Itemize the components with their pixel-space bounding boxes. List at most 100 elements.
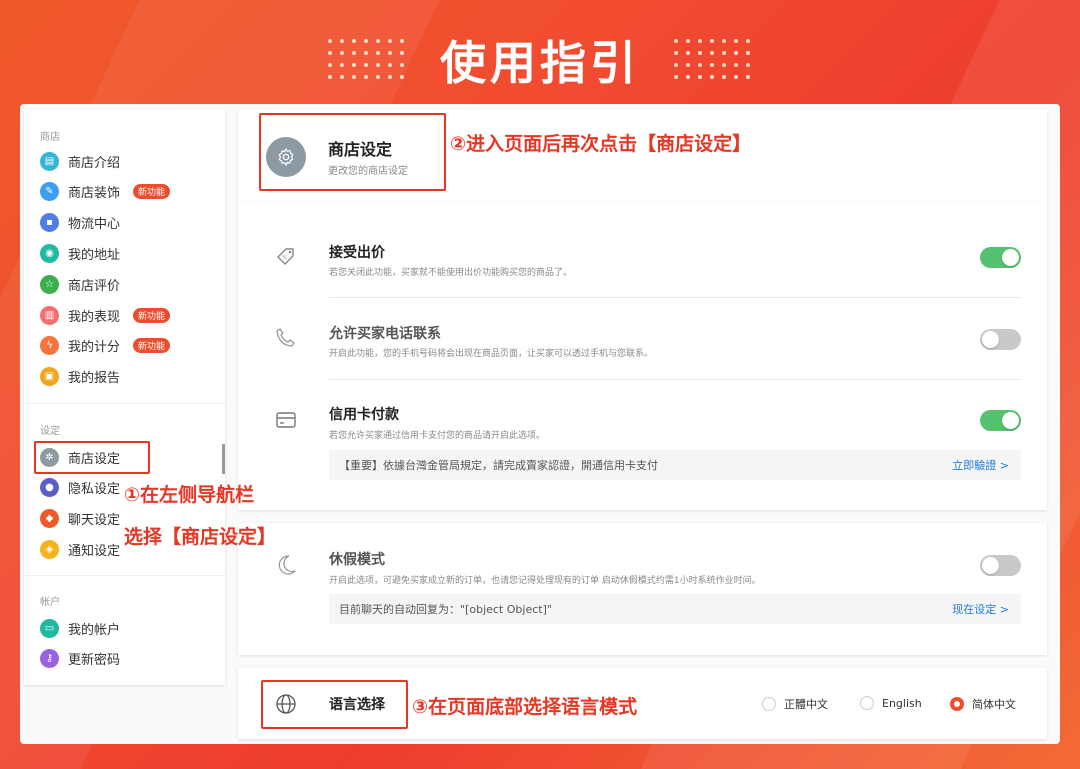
dot [364, 51, 368, 55]
sidebar: 商店 ▤ 商店介绍 ✎ 商店装饰 新功能 ▪ 物流中心 ◉ 我的地址 ☆ 商店评价 ▥ 我的表现 新功能 ϟ… [24, 110, 225, 685]
dot [698, 51, 702, 55]
toggle-vacation[interactable] [980, 555, 1021, 576]
sidebar-section-account: 帐户 [40, 597, 60, 608]
sidebar-item[interactable]: ◈ 通知设定 [40, 538, 120, 560]
language-option-english[interactable]: English [860, 696, 922, 710]
radio-label: 简体中文 [972, 698, 1016, 711]
dot [340, 75, 344, 79]
setting-desc-accept-offer: 若您关闭此功能，买家就不能使用出价功能购买您的商品了。 [329, 268, 573, 278]
setting-title-accept-offer: 接受出价 [329, 245, 385, 261]
toggle-phone-contact[interactable] [980, 329, 1021, 350]
price-tag-icon: % [277, 248, 294, 265]
setting-desc-vacation: 开启此选项，可避免买家成立新的订单，也请您记得处理现有的订单 启动休假模式约需1… [329, 576, 761, 586]
setting-desc-phone-contact: 开启此功能，您的手机号码将会出现在商品页面，让买家可以透过手机与您联系。 [329, 349, 654, 359]
sidebar-item-label: 物流中心 [68, 217, 121, 233]
dot [686, 51, 690, 55]
sidebar-item[interactable]: ✎ 商店装饰 新功能 [40, 181, 171, 203]
star-icon: ☆ [40, 274, 59, 294]
sidebar-item-label: 商店装饰 [68, 186, 121, 202]
dot [686, 75, 690, 79]
dot [388, 51, 392, 55]
annotation-step3: ③在页面底部选择语言模式 [412, 696, 638, 718]
dot [340, 39, 344, 43]
row-divider [329, 297, 1021, 298]
radio-circle-selected [950, 697, 964, 711]
dot [352, 39, 356, 43]
brush-icon: ✎ [40, 182, 59, 202]
sidebar-item[interactable]: ● 隐私设定 [40, 477, 120, 499]
annotation-step2: ②进入页面后再次点击【商店设定】 [450, 133, 752, 155]
sidebar-item-label: 我的计分 [68, 340, 121, 356]
dot [376, 39, 380, 43]
dot [674, 75, 678, 79]
highlight-language [261, 680, 408, 729]
dot [364, 75, 368, 79]
sidebar-section-store: 商店 [40, 132, 60, 143]
dot [722, 51, 726, 55]
sidebar-item[interactable]: ⚷ 更新密码 [40, 648, 120, 670]
toggle-accept-offer[interactable] [980, 247, 1021, 268]
toggle-credit-card[interactable] [980, 410, 1021, 431]
dot [722, 39, 726, 43]
moon-icon [278, 555, 296, 575]
sidebar-item[interactable]: ▣ 我的报告 [40, 366, 120, 388]
language-option-traditional[interactable]: 正體中文 [762, 696, 828, 712]
dot [328, 63, 332, 67]
annotation-step1-line1: ①在左侧导航栏 [124, 484, 255, 506]
dot [388, 39, 392, 43]
dot [328, 51, 332, 55]
dot [340, 51, 344, 55]
language-option-simplified[interactable]: 简体中文 [950, 696, 1016, 712]
set-now-link[interactable]: 现在设定 > [952, 601, 1009, 617]
settings-card: % 接受出价 若您关闭此功能，买家就不能使用出价功能购买您的商品了。 允许买家电… [238, 202, 1047, 510]
sidebar-item-label: 聊天设定 [68, 513, 121, 529]
dot [746, 63, 750, 67]
verify-now-link[interactable]: 立即驗證 > [952, 457, 1009, 473]
dot [340, 63, 344, 67]
dot [364, 39, 368, 43]
sidebar-item[interactable]: ▤ 商店介绍 [40, 150, 120, 172]
chat-icon: ◆ [40, 509, 59, 529]
dot [674, 39, 678, 43]
vacation-card: 休假模式 开启此选项，可避免买家成立新的订单，也请您记得处理现有的订单 启动休假… [238, 523, 1047, 655]
dot [746, 75, 750, 79]
sidebar-section-settings: 设定 [40, 426, 60, 437]
row-divider [329, 379, 1021, 380]
dot [698, 75, 702, 79]
credit-card-notice-text: 【重要】依據台灣金管局規定，請完成賣家認證，開通信用卡支付 [339, 459, 658, 472]
dot [328, 75, 332, 79]
setting-title-phone-contact: 允许买家电话联系 [329, 326, 441, 342]
radio-circle [762, 697, 776, 711]
sidebar-item[interactable]: ▥ 我的表现 新功能 [40, 304, 171, 326]
dot [746, 39, 750, 43]
sidebar-divider [24, 575, 225, 576]
sidebar-item[interactable]: ▪ 物流中心 [40, 212, 120, 234]
phone-icon [276, 328, 295, 347]
dot [710, 39, 714, 43]
auto-reply-notice-text: 目前聊天的自动回复为："[object Object]" [339, 603, 552, 616]
dot [328, 39, 332, 43]
sidebar-active-indicator [222, 444, 225, 474]
dot [400, 39, 404, 43]
sidebar-item-label: 隐私设定 [68, 482, 121, 498]
lock-icon: ● [40, 478, 59, 498]
bar-chart-icon: ▥ [40, 305, 59, 325]
sidebar-item[interactable]: ◆ 聊天设定 [40, 508, 120, 530]
setting-title-credit-card: 信用卡付款 [329, 407, 399, 423]
dot [352, 75, 356, 79]
truck-icon: ▪ [40, 213, 59, 233]
sidebar-divider [24, 403, 225, 404]
setting-desc-credit-card: 若您允许买家通过信用卡支付您的商品请开启此选项。 [329, 431, 546, 441]
dot-pattern-left [328, 39, 406, 81]
bell-icon: ◈ [40, 539, 59, 559]
dot [400, 75, 404, 79]
dot [388, 63, 392, 67]
sidebar-item[interactable]: ϟ 我的计分 新功能 [40, 335, 171, 357]
sidebar-item[interactable]: ☆ 商店评价 [40, 273, 120, 295]
sidebar-item[interactable]: ◉ 我的地址 [40, 242, 120, 264]
radio-circle [860, 696, 874, 710]
credit-card-notice: 【重要】依據台灣金管局規定，請完成賣家認證，開通信用卡支付 立即驗證 > [329, 450, 1021, 480]
annotation-step1-line2: 选择【商店设定】 [124, 526, 277, 548]
sidebar-item[interactable]: ▭ 我的帐户 [40, 617, 120, 639]
sidebar-item-label: 更新密码 [68, 653, 121, 669]
